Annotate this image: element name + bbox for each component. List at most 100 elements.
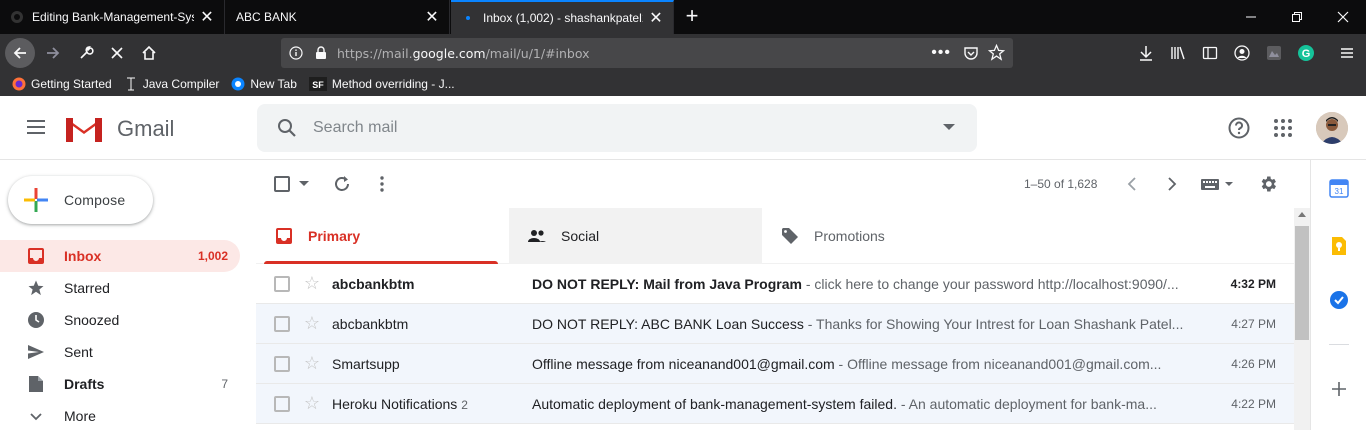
close-tab-icon[interactable]: ✕ [425,7,439,27]
menu-icon[interactable] [1337,43,1357,63]
restore-icon[interactable] [1274,0,1320,34]
gear-icon[interactable] [1258,174,1278,194]
left-sidebar: Compose Inbox 1,002 Starred Snoozed Sent… [0,160,256,430]
apps-grid-icon[interactable] [1271,116,1295,140]
sidebar-item-label: Sent [64,344,93,360]
close-window-icon[interactable] [1320,0,1366,34]
account-icon[interactable] [1232,43,1252,63]
more-dots-icon[interactable]: ••• [931,44,951,62]
select-all-checkbox[interactable] [274,176,290,192]
sidebar-item-starred[interactable]: Starred [0,272,240,304]
avatar[interactable] [1316,112,1348,144]
lock-icon[interactable] [315,46,327,60]
search-options-icon[interactable] [943,124,955,130]
compose-label: Compose [64,192,126,208]
row-checkbox[interactable] [274,396,290,412]
email-snippet: - An automatic deployment for bank-ma... [896,396,1157,412]
select-options-icon[interactable] [294,174,314,194]
star-icon[interactable]: ☆ [302,353,322,373]
unread-count: 1,002 [197,249,228,263]
table-row[interactable]: ☆ abcbankbtm DO NOT REPLY: ABC BANK Loan… [256,304,1294,344]
download-icon[interactable] [1136,43,1156,63]
email-time: 4:22 PM [1231,397,1276,411]
library-icon[interactable] [1168,43,1188,63]
scroll-up-icon[interactable] [1298,212,1306,217]
tab-label: Primary [308,228,361,244]
close-tab-icon[interactable]: ✕ [200,7,214,27]
refresh-icon[interactable] [332,174,352,194]
tab-primary[interactable]: Primary [256,208,509,264]
gmail-logo-icon[interactable] [64,114,104,144]
table-row[interactable]: ☆ abcbankbtm DO NOT REPLY: Mail from Jav… [256,264,1294,304]
tab-social[interactable]: Social [509,208,762,264]
minimize-icon[interactable] [1228,0,1274,34]
thread-count: 2 [461,398,468,412]
home-button[interactable] [134,38,164,68]
gmail-header: Gmail [0,96,1366,160]
add-addon-icon[interactable] [1329,379,1349,399]
stop-button[interactable] [102,38,132,68]
chevron-right-icon[interactable] [1162,174,1182,194]
extension-icon[interactable] [1264,43,1284,63]
new-tab-icon[interactable]: + [680,4,704,28]
sidebar-item-more[interactable]: More [0,400,240,432]
compose-button[interactable]: Compose [8,176,153,224]
email-subject: DO NOT REPLY: ABC BANK Loan Success [532,316,804,332]
tab-title: Editing Bank-Management-Sys [32,10,194,24]
bookmark-method-overriding[interactable]: SF Method overriding - J... [308,77,455,91]
tasks-icon[interactable] [1329,290,1349,310]
forward-button[interactable] [38,38,68,68]
sidebar-item-snoozed[interactable]: Snoozed [0,304,240,336]
close-tab-icon[interactable]: ✕ [649,8,663,28]
search-icon[interactable] [275,116,299,140]
grammarly-icon[interactable]: G [1296,43,1316,63]
svg-text:31: 31 [1335,187,1344,196]
row-checkbox[interactable] [274,276,290,292]
keep-icon[interactable] [1329,236,1349,256]
inbox-icon [26,246,46,266]
scroll-thumb[interactable] [1295,226,1309,340]
sidebar-icon[interactable] [1200,43,1220,63]
table-row[interactable]: ☆ Heroku Notifications 2 Automatic deploy… [256,384,1294,424]
star-icon[interactable]: ☆ [302,393,322,413]
svg-text:SF: SF [312,80,324,90]
keyboard-icon[interactable] [1198,174,1238,194]
star-icon[interactable]: ☆ [302,313,322,333]
pocket-icon[interactable] [963,45,979,61]
divider [1329,344,1349,345]
search-bar[interactable] [257,104,977,152]
chevron-left-icon[interactable] [1122,174,1142,194]
tab-title: Inbox (1,002) - shashankpatel15 [483,11,643,25]
bookmark-java-compiler[interactable]: Java Compiler [124,77,219,91]
tab-promotions[interactable]: Promotions [762,208,1015,264]
calendar-icon[interactable]: 31 [1329,178,1349,198]
sidebar-item-inbox[interactable]: Inbox 1,002 [0,240,240,272]
star-icon[interactable]: ☆ [302,273,322,293]
browser-tab-abc-bank[interactable]: ABC BANK ✕ [226,0,450,34]
help-icon[interactable] [1227,116,1251,140]
bookmark-getting-started[interactable]: Getting Started [12,77,112,91]
back-button[interactable] [5,38,35,68]
browser-tab-editing[interactable]: Editing Bank-Management-Sys ✕ [0,0,225,34]
search-input[interactable] [313,104,913,152]
sidebar-item-label: Inbox [64,248,102,264]
wrench-icon [80,46,94,59]
sidebar-item-drafts[interactable]: Drafts 7 [0,368,240,400]
tools-button[interactable] [71,38,101,68]
more-vert-icon[interactable] [372,174,392,194]
url-bar[interactable]: https://mail.google.com/mail/u/1/#inbox … [281,38,1013,68]
row-checkbox[interactable] [274,356,290,372]
bookmark-new-tab[interactable]: New Tab [231,77,297,91]
github-icon [10,10,24,24]
info-icon[interactable] [289,46,303,60]
side-panel: 31 [1310,160,1366,430]
table-row[interactable]: ☆ Smartsupp Offline message from niceana… [256,344,1294,384]
main-menu-icon[interactable] [24,116,48,140]
sidebar-item-sent[interactable]: Sent [0,336,240,368]
browser-tab-bar: Editing Bank-Management-Sys ✕ ABC BANK ✕… [0,0,1366,34]
star-bookmark-icon[interactable] [988,44,1005,61]
browser-tab-inbox[interactable]: Inbox (1,002) - shashankpatel15 ✕ [451,0,674,34]
row-checkbox[interactable] [274,316,290,332]
scrollbar[interactable] [1294,208,1310,430]
mail-toolbar: 1–50 of 1,628 [256,160,1310,208]
